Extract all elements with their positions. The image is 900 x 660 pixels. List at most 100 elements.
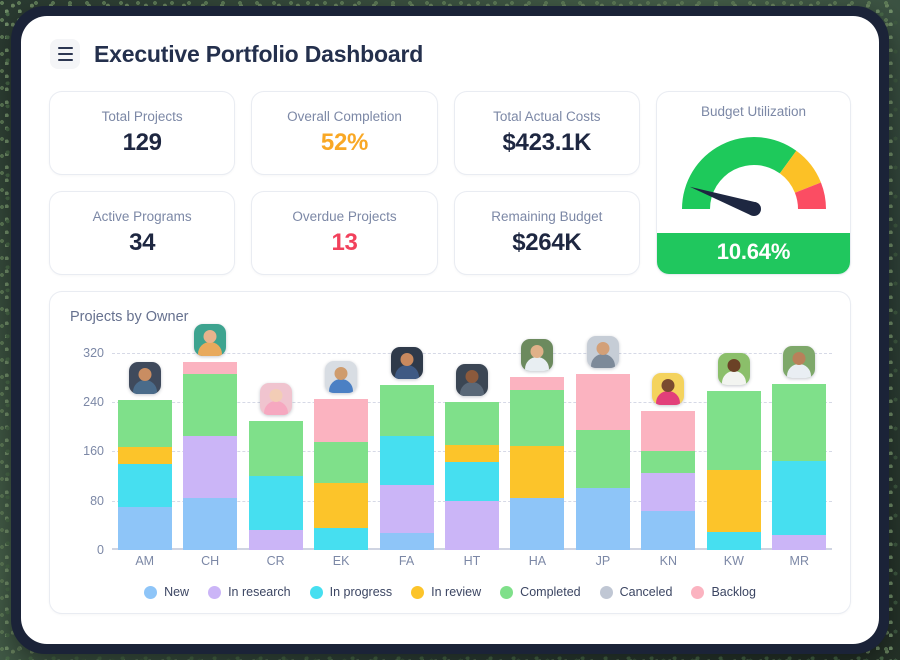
bar-column[interactable] <box>439 328 504 550</box>
bar-segment[interactable] <box>772 460 827 535</box>
bar-stack[interactable] <box>314 398 369 550</box>
kpi-label: Total Projects <box>101 109 183 124</box>
gauge-title: Budget Utilization <box>700 104 807 119</box>
bar-segment[interactable] <box>510 377 565 390</box>
bar-segment[interactable] <box>641 451 696 473</box>
bar-stack[interactable] <box>641 411 696 550</box>
kpi-card: Overall Completion 52% <box>251 91 438 175</box>
bar-column[interactable] <box>308 328 373 550</box>
bar-column[interactable] <box>374 328 439 550</box>
bar-segment[interactable] <box>444 461 499 501</box>
owner-avatar[interactable] <box>717 352 750 385</box>
bar-stack[interactable] <box>444 402 499 550</box>
gauge-band <box>681 137 796 209</box>
bar-segment[interactable] <box>772 383 827 461</box>
bar-column[interactable] <box>243 328 308 550</box>
bar-segment[interactable] <box>510 497 565 550</box>
bar-stack[interactable] <box>575 374 630 550</box>
bar-stack[interactable] <box>117 399 172 550</box>
bar-segment[interactable] <box>248 476 303 531</box>
owner-avatar[interactable] <box>521 339 554 372</box>
bar-column[interactable] <box>767 328 832 550</box>
owner-avatar[interactable] <box>325 360 358 393</box>
bar-stack[interactable] <box>248 420 303 550</box>
bar-segment[interactable] <box>641 472 696 512</box>
bar-stack[interactable] <box>772 383 827 550</box>
gauge-svg <box>681 137 826 216</box>
bar-stack[interactable] <box>706 390 761 550</box>
owner-avatar[interactable] <box>455 364 488 396</box>
bar-segment[interactable] <box>575 429 630 489</box>
legend-item[interactable]: In research <box>208 585 291 599</box>
legend-label: Completed <box>520 585 581 599</box>
bar-segment[interactable] <box>117 506 172 550</box>
bar-segment[interactable] <box>117 447 172 464</box>
avatar-body <box>329 378 354 393</box>
legend-color-swatch <box>599 585 613 599</box>
legend-item[interactable]: Completed <box>500 585 581 599</box>
bar-column[interactable] <box>636 328 701 550</box>
bar-column[interactable] <box>570 328 635 550</box>
legend-item[interactable]: Backlog <box>691 585 756 599</box>
bar-segment[interactable] <box>772 534 827 550</box>
bar-column[interactable] <box>505 328 570 550</box>
owner-avatar[interactable] <box>259 382 292 415</box>
bar-segment[interactable] <box>248 530 303 550</box>
x-axis-tick-label: HT <box>463 554 481 568</box>
chart-plot-area: 0 80 160 240 320 <box>50 323 850 557</box>
bar-segment[interactable] <box>379 435 434 486</box>
bar-segment[interactable] <box>379 532 434 550</box>
bar-stack[interactable] <box>379 385 434 550</box>
bar-column[interactable] <box>701 328 766 550</box>
bar-segment[interactable] <box>510 446 565 498</box>
legend-color-swatch <box>691 585 705 599</box>
bar-segment[interactable] <box>575 374 630 430</box>
bar-segment[interactable] <box>444 500 499 550</box>
bar-segment[interactable] <box>444 445 499 462</box>
avatar-body <box>525 357 550 372</box>
kpi-label: Overdue Projects <box>292 209 397 224</box>
bar-segment[interactable] <box>641 411 696 452</box>
bar-stack[interactable] <box>183 361 238 550</box>
owner-avatar[interactable] <box>390 347 423 380</box>
hamburger-menu-icon[interactable] <box>50 39 80 69</box>
legend-item[interactable]: New <box>144 585 189 599</box>
bar-segment[interactable] <box>706 390 761 470</box>
owner-avatar[interactable] <box>652 373 685 406</box>
legend-item[interactable]: Canceled <box>599 585 672 599</box>
bar-segment[interactable] <box>706 531 761 550</box>
legend-item[interactable]: In review <box>411 585 481 599</box>
chart-legend: New In research In progress In review Comple… <box>50 585 850 599</box>
bar-segment[interactable] <box>183 497 238 550</box>
bar-segment[interactable] <box>314 483 369 529</box>
bar-stack[interactable] <box>510 377 565 550</box>
bar-segment[interactable] <box>314 442 369 484</box>
owner-avatar[interactable] <box>194 323 227 356</box>
bar-segment[interactable] <box>706 469 761 532</box>
avatar-body <box>787 363 812 378</box>
bar-segment[interactable] <box>641 511 696 550</box>
bar-segment[interactable] <box>117 463 172 507</box>
bar-segment[interactable] <box>314 398 369 443</box>
x-axis-tick-label: KN <box>659 554 678 568</box>
bar-segment[interactable] <box>183 374 238 436</box>
bar-segment[interactable] <box>183 361 238 375</box>
bar-segment[interactable] <box>379 385 434 436</box>
bar-segment[interactable] <box>379 485 434 533</box>
bar-segment[interactable] <box>444 402 499 446</box>
x-axis-tick-label: JP <box>595 554 611 568</box>
owner-avatar[interactable] <box>128 361 161 394</box>
owner-avatar[interactable] <box>586 336 619 369</box>
bar-segment[interactable] <box>314 528 369 550</box>
bar-segment[interactable] <box>510 389 565 447</box>
bar-column[interactable] <box>177 323 242 550</box>
bar-segment[interactable] <box>248 420 303 477</box>
bar-segment[interactable] <box>575 488 630 550</box>
bar-segment[interactable] <box>117 399 172 448</box>
projects-by-owner-panel: Projects by Owner 0 80 160 240 320 AM CH CR EK F… <box>49 291 851 614</box>
bar-segment[interactable] <box>183 435 238 498</box>
legend-color-swatch <box>309 585 323 599</box>
legend-item[interactable]: In progress <box>309 585 392 599</box>
bar-column[interactable] <box>112 328 177 550</box>
owner-avatar[interactable] <box>783 345 816 378</box>
